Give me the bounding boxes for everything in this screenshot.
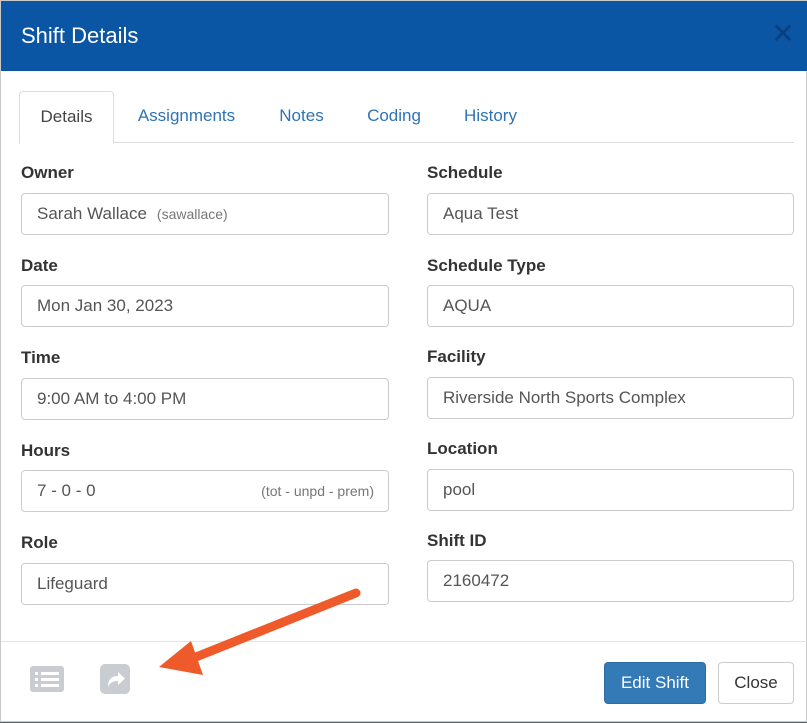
- edit-shift-button[interactable]: Edit Shift: [604, 662, 706, 704]
- time-field[interactable]: 9:00 AM to 4:00 PM: [21, 378, 389, 420]
- facility-value: Riverside North Sports Complex: [443, 388, 686, 407]
- shift-id-field[interactable]: 2160472: [427, 560, 794, 602]
- hours-value: 7 - 0 - 0: [37, 481, 96, 500]
- date-value: Mon Jan 30, 2023: [37, 296, 174, 315]
- date-field[interactable]: Mon Jan 30, 2023: [21, 285, 389, 327]
- list-icon[interactable]: [29, 665, 65, 698]
- time-label: Time: [21, 348, 61, 367]
- modal-footer: Edit Shift Close: [1, 641, 807, 723]
- tab-bar: Details Assignments Notes Coding History: [19, 91, 794, 144]
- date-label: Date: [21, 256, 58, 275]
- tab-details[interactable]: Details: [19, 91, 114, 144]
- owner-field[interactable]: Sarah Wallace (sawallace): [21, 193, 389, 235]
- annotation-arrow-icon: [159, 588, 361, 675]
- schedule-type-value: AQUA: [443, 296, 492, 315]
- owner-username: (sawallace): [156, 206, 228, 222]
- hours-hint: (tot - unpd - prem): [261, 483, 374, 499]
- hours-label: Hours: [21, 441, 71, 460]
- close-button[interactable]: Close: [718, 662, 794, 704]
- tab-history[interactable]: History: [449, 91, 532, 143]
- owner-value: Sarah Wallace: [37, 204, 147, 223]
- location-value: pool: [443, 480, 476, 499]
- facility-field[interactable]: Riverside North Sports Complex: [427, 377, 794, 419]
- tab-coding[interactable]: Coding: [354, 91, 434, 143]
- share-arrow-icon[interactable]: [99, 663, 131, 700]
- tab-assignments[interactable]: Assignments: [124, 91, 249, 143]
- role-label: Role: [21, 533, 58, 552]
- modal-header: Shift Details ✕: [1, 1, 807, 71]
- location-field[interactable]: pool: [427, 469, 794, 511]
- location-label: Location: [427, 439, 498, 458]
- schedule-field[interactable]: Aqua Test: [427, 193, 794, 235]
- tab-notes[interactable]: Notes: [264, 91, 339, 143]
- schedule-type-label: Schedule Type: [427, 256, 546, 275]
- modal-title: Shift Details: [21, 23, 139, 48]
- facility-label: Facility: [427, 347, 486, 366]
- time-value: 9:00 AM to 4:00 PM: [37, 389, 187, 408]
- schedule-type-field[interactable]: AQUA: [427, 285, 794, 327]
- hours-field[interactable]: 7 - 0 - 0 (tot - unpd - prem): [21, 470, 389, 512]
- shift-id-value: 2160472: [443, 571, 510, 590]
- owner-label: Owner: [21, 163, 74, 182]
- role-value: Lifeguard: [37, 574, 108, 593]
- schedule-value: Aqua Test: [443, 204, 519, 223]
- close-x-icon[interactable]: ✕: [770, 19, 796, 49]
- shift-id-label: Shift ID: [427, 531, 487, 550]
- schedule-label: Schedule: [427, 163, 503, 182]
- shift-details-modal: Shift Details ✕ Details Assignments Note…: [0, 0, 807, 722]
